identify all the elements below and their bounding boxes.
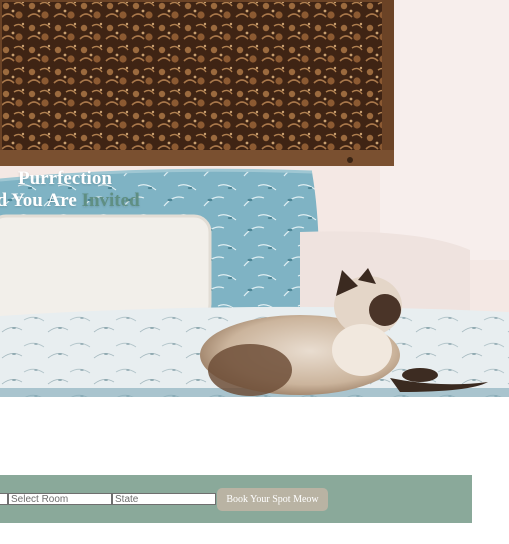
select-room-field[interactable] <box>8 493 112 505</box>
hero-title-line-2: nd You Are Invited <box>0 190 140 212</box>
hero-title-accent: Invited <box>81 190 140 211</box>
partial-input-field[interactable] <box>0 493 8 505</box>
book-spot-button[interactable]: Book Your Spot Meow <box>217 488 328 511</box>
hero-title-line-2-main: nd You Are <box>0 190 77 211</box>
hero-image: Purrfection nd You Are Invited <box>0 0 509 397</box>
page: Purrfection nd You Are Invited Book Your… <box>0 0 509 544</box>
hero-title-line-1: Purrfection <box>18 168 112 189</box>
state-field[interactable] <box>112 493 216 505</box>
